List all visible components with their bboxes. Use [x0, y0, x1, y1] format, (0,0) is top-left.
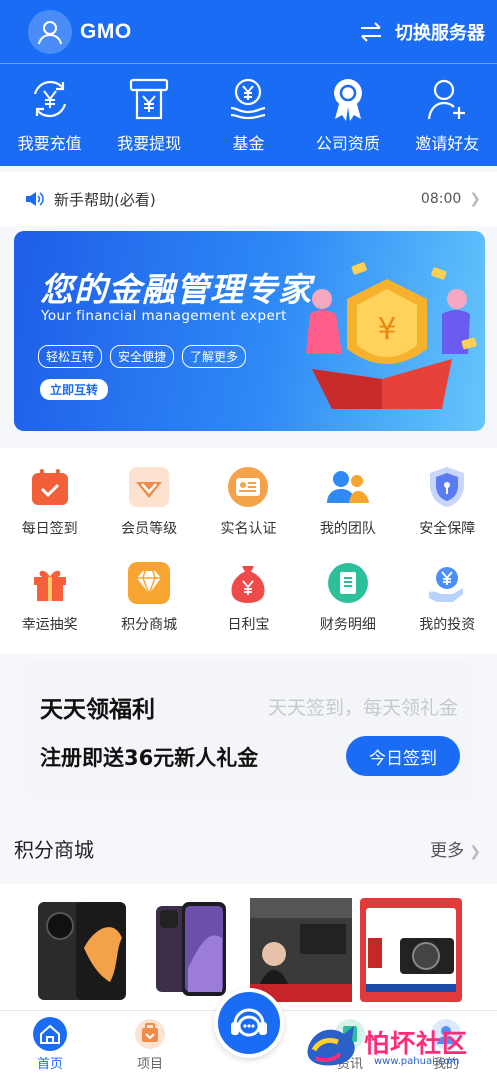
user-icon [38, 20, 62, 44]
quick-invite[interactable]: 邀请好友 [398, 74, 497, 154]
grid-label: 我的投资 [419, 617, 476, 633]
promo-banner[interactable]: 您的金融管理专家 Your financial management exper… [14, 231, 485, 431]
feature-grid: 每日签到 会员等级 实名认证 我的团队 安全保障 幸运抽奖 积分商城 日利宝 财… [0, 448, 497, 654]
tab-home[interactable]: 首页 [10, 1015, 90, 1072]
banner-subtitle: Your financial management expert [41, 308, 287, 324]
quick-withdraw-label: 我要提现 [117, 134, 182, 153]
welfare-description: 注册即送36元新人礼金 [40, 746, 259, 770]
watermark-text: 怕坏社区 [364, 1029, 469, 1058]
fund-icon [231, 78, 266, 120]
header: GMO 切换服务器 我要充值 我要提现 基金 公司资质 邀请好友 [0, 0, 497, 166]
vip-icon [129, 467, 170, 507]
swap-icon [361, 21, 381, 42]
project-icon [135, 1019, 165, 1049]
tab-label: 首页 [36, 1057, 63, 1072]
grid-item-lottery[interactable]: 幸运抽奖 [0, 552, 99, 634]
recharge-icon [33, 80, 66, 118]
welfare-title: 天天领福利 [40, 697, 155, 723]
mall-header: 积分商城 更多 ❯ [0, 820, 497, 876]
quick-recharge-label: 我要充值 [17, 134, 82, 153]
grid-label: 每日签到 [21, 521, 78, 537]
quick-invite-label: 邀请好友 [415, 134, 480, 153]
banner-tags: 轻松互转 安全便捷 了解更多 [38, 345, 247, 368]
quick-withdraw[interactable]: 我要提现 [100, 74, 199, 154]
welfare-card: 天天领福利 天天签到，每天领礼金 注册即送36元新人礼金 今日签到 [26, 660, 472, 800]
grid-label: 实名认证 [220, 521, 277, 537]
tab-project[interactable]: 项目 [110, 1015, 190, 1072]
banner-tag: 了解更多 [182, 345, 247, 368]
calendar-icon [31, 469, 68, 505]
product-image-camera[interactable] [360, 898, 462, 1002]
quick-certificate[interactable]: 公司资质 [298, 74, 397, 154]
certificate-icon [333, 79, 362, 121]
grid-label: 安全保障 [419, 521, 476, 537]
mall-more-link[interactable]: 更多 ❯ [430, 836, 481, 861]
quick-certificate-label: 公司资质 [315, 134, 380, 153]
banner-button[interactable]: 立即互转 [40, 379, 109, 400]
product-image-phone-purple[interactable] [156, 898, 228, 1002]
product-image-phone-black[interactable] [36, 898, 128, 1002]
team-icon [326, 471, 369, 503]
grid-label: 幸运抽奖 [21, 617, 78, 633]
grid-label: 积分商城 [121, 617, 178, 633]
notice-text: 新手帮助(必看) [54, 190, 156, 209]
home-icon [33, 1017, 67, 1051]
withdraw-icon [129, 78, 169, 120]
mall-title: 积分商城 [14, 837, 94, 862]
shield-icon [430, 467, 465, 507]
quick-recharge[interactable]: 我要充值 [0, 74, 99, 154]
brand: GMO [28, 9, 132, 54]
grid-item-my-investment[interactable]: 我的投资 [398, 552, 497, 634]
grid-label: 财务明细 [319, 617, 376, 633]
grid-item-checkin[interactable]: 每日签到 [0, 456, 99, 538]
welfare-subtitle: 天天签到，每天领礼金 [267, 697, 458, 719]
gift-icon [33, 570, 66, 601]
quick-fund-label: 基金 [232, 134, 265, 153]
grid-item-team[interactable]: 我的团队 [298, 456, 397, 538]
notice-bar[interactable]: 新手帮助(必看) 08:00 ❯ [0, 172, 497, 226]
site-watermark: 怕坏社区 www.pahuai.com [302, 1018, 492, 1074]
money-bag-icon [231, 566, 265, 603]
ledger-icon [327, 563, 368, 603]
grid-label: 日利宝 [227, 617, 270, 633]
banner-illustration: ¥ [306, 262, 477, 409]
banner-title: 您的金融管理专家 [40, 270, 312, 309]
switch-server-button[interactable]: 切换服务器 [359, 19, 485, 45]
headset-icon [231, 1008, 267, 1037]
grid-label: 会员等级 [121, 521, 178, 537]
grid-item-realname[interactable]: 实名认证 [199, 456, 298, 538]
invite-icon [428, 79, 466, 120]
banner-tag: 轻松互转 [38, 345, 103, 368]
checkin-today-button[interactable]: 今日签到 [346, 736, 460, 776]
avatar[interactable] [28, 9, 72, 54]
grid-item-points-mall[interactable]: 积分商城 [99, 552, 198, 634]
customer-service-button[interactable] [214, 988, 284, 1058]
notice-time: 08:00 [420, 191, 462, 207]
top-bar: GMO 切换服务器 [0, 0, 497, 64]
quick-actions: 我要充值 我要提现 基金 公司资质 邀请好友 [0, 64, 497, 154]
chevron-right-icon: ❯ [469, 843, 481, 860]
grid-item-daily-interest[interactable]: 日利宝 [199, 552, 298, 634]
grid-label: 我的团队 [319, 521, 376, 537]
watermark-url: www.pahuai.com [374, 1056, 460, 1067]
id-card-icon [228, 467, 269, 507]
grid-item-finance-details[interactable]: 财务明细 [298, 552, 397, 634]
speaker-icon [26, 192, 44, 206]
svg-text:¥: ¥ [377, 312, 396, 347]
banner-tag: 安全便捷 [110, 345, 175, 368]
switch-server-label: 切换服务器 [395, 22, 485, 44]
product-image-promo-video[interactable] [250, 898, 352, 1002]
quick-fund[interactable]: 基金 [199, 74, 298, 154]
chevron-right-icon: ❯ [469, 191, 481, 207]
investment-icon [429, 567, 464, 602]
mall-more-label: 更多 [430, 840, 465, 861]
brand-name: GMO [80, 19, 132, 43]
diamond-icon [128, 562, 171, 604]
grid-item-vip[interactable]: 会员等级 [99, 456, 198, 538]
tab-label: 项目 [136, 1057, 163, 1072]
grid-item-security[interactable]: 安全保障 [398, 456, 497, 538]
watermark-logo-icon [307, 1026, 355, 1066]
